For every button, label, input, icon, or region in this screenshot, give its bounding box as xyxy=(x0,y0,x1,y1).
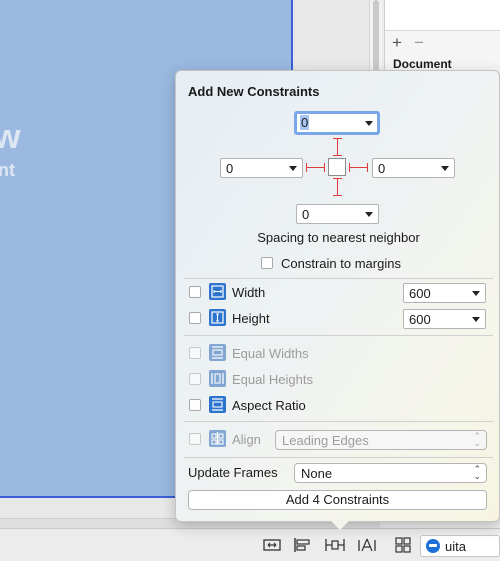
align-edges-value: Leading Edges xyxy=(282,433,369,448)
equal-widths-icon xyxy=(209,344,226,361)
top-spacing-value[interactable]: 0 xyxy=(300,115,310,130)
bottom-spacing-combo[interactable]: 0 xyxy=(296,204,379,224)
update-frames-label: Update Frames xyxy=(188,465,278,480)
scene-title-text: w xyxy=(0,118,21,156)
outline-section-heading: Document xyxy=(393,57,452,71)
chevron-down-icon[interactable] xyxy=(365,212,373,217)
grid-icon[interactable] xyxy=(393,537,413,553)
divider xyxy=(184,278,493,279)
width-constraint-icon xyxy=(209,283,226,300)
height-value-combo[interactable]: 600 xyxy=(403,309,486,329)
popover-arrow xyxy=(330,520,350,530)
height-checkbox[interactable] xyxy=(189,312,201,324)
height-value[interactable]: 600 xyxy=(409,312,431,327)
top-spacing-combo[interactable]: 0 xyxy=(294,111,380,135)
bottom-spacing-value[interactable]: 0 xyxy=(302,207,309,222)
update-frames-value: None xyxy=(301,466,333,481)
leading-spacing-value[interactable]: 0 xyxy=(226,161,233,176)
chevron-down-icon[interactable] xyxy=(365,121,373,126)
update-frames-icon[interactable] xyxy=(262,537,282,553)
width-value[interactable]: 600 xyxy=(409,286,431,301)
scheme-label: uita xyxy=(445,539,466,554)
add-constraints-button[interactable]: Add 4 Constraints xyxy=(188,490,487,510)
spacing-caption: Spacing to nearest neighbor xyxy=(257,230,420,245)
align-edges-icon xyxy=(209,430,226,447)
chevron-down-icon[interactable] xyxy=(289,166,297,171)
scene-subtitle-text: nt xyxy=(0,160,15,180)
constrain-to-margins-checkbox[interactable] xyxy=(261,257,273,269)
leading-spacing-combo[interactable]: 0 xyxy=(220,158,303,178)
bottom-toolbar: uita xyxy=(0,528,500,561)
height-label: Height xyxy=(232,311,270,326)
pin-icon[interactable] xyxy=(325,537,345,553)
chevron-down-icon[interactable] xyxy=(441,166,449,171)
align-icon[interactable] xyxy=(292,537,312,553)
divider xyxy=(184,457,493,458)
height-constraint-icon xyxy=(209,309,226,326)
equal-heights-icon xyxy=(209,370,226,387)
constrain-to-margins-label: Constrain to margins xyxy=(281,256,401,271)
popover-title: Add New Constraints xyxy=(188,84,320,99)
equal-widths-label: Equal Widths xyxy=(232,346,309,361)
update-frames-popup[interactable]: None ⌃ ⌄ xyxy=(294,463,487,483)
chevron-up-down-icon: ⌃ ⌄ xyxy=(473,464,481,481)
aspect-ratio-icon xyxy=(209,396,226,413)
width-value-combo[interactable]: 600 xyxy=(403,283,486,303)
aspect-ratio-checkbox[interactable] xyxy=(189,399,201,411)
divider xyxy=(184,335,493,336)
chevron-up-down-icon: ⌃ ⌄ xyxy=(473,431,481,448)
outline-remove-button[interactable]: − xyxy=(414,33,424,53)
scheme-icon xyxy=(426,539,440,553)
equal-widths-checkbox[interactable] xyxy=(189,347,201,359)
outline-add-button[interactable]: + xyxy=(392,33,402,53)
divider xyxy=(184,421,493,422)
chevron-down-icon[interactable] xyxy=(472,291,480,296)
trailing-spacing-value[interactable]: 0 xyxy=(378,161,385,176)
width-checkbox[interactable] xyxy=(189,286,201,298)
selected-view-indicator xyxy=(328,158,346,176)
equal-heights-checkbox[interactable] xyxy=(189,373,201,385)
align-checkbox[interactable] xyxy=(189,433,201,445)
add-constraints-popover: Add New Constraints 0 0 0 0 Spacing to n… xyxy=(175,70,500,522)
trailing-spacing-combo[interactable]: 0 xyxy=(372,158,455,178)
chevron-down-icon[interactable] xyxy=(472,317,480,322)
aspect-ratio-label: Aspect Ratio xyxy=(232,398,306,413)
equal-heights-label: Equal Heights xyxy=(232,372,313,387)
align-label: Align xyxy=(232,432,261,447)
outline-list[interactable] xyxy=(385,0,500,31)
resolve-issues-icon[interactable] xyxy=(357,537,377,553)
align-edges-popup[interactable]: Leading Edges ⌃ ⌄ xyxy=(275,430,487,450)
width-label: Width xyxy=(232,285,266,300)
scheme-selector[interactable]: uita xyxy=(420,535,500,557)
